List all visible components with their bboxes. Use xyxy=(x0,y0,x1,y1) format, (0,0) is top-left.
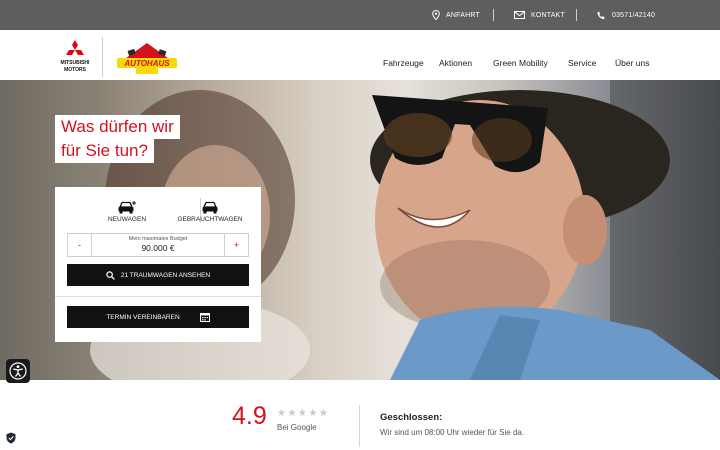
tab-gebrauchtwagen-label: GEBRAUCHTWAGEN xyxy=(177,216,243,223)
nav-fahrzeuge[interactable]: Fahrzeuge xyxy=(383,58,424,68)
autohaus-logo[interactable]: AUTOHAUS xyxy=(114,41,180,75)
topbar-divider xyxy=(493,9,494,21)
rating-stars: ★★★★★ xyxy=(277,408,330,419)
mitsubishi-diamonds-icon xyxy=(66,40,84,55)
vehicle-search-card: NEUWAGEN GEBRAUCHTWAGEN - Mein maximales… xyxy=(55,187,261,342)
opening-status-title: Geschlossen: xyxy=(380,412,443,423)
kontakt-link[interactable]: KONTAKT xyxy=(514,0,565,30)
brand-line-2: MOTORS xyxy=(64,66,86,73)
budget-decrease-button[interactable]: - xyxy=(68,234,92,256)
phone-icon xyxy=(597,11,605,19)
nav-aktionen[interactable]: Aktionen xyxy=(439,58,472,68)
book-appointment-button[interactable]: TERMIN VEREINBAREN xyxy=(67,306,249,328)
opening-status-text: Wir sind um 08:00 Uhr wieder für Sie da. xyxy=(380,428,525,437)
map-pin-icon xyxy=(432,10,440,20)
budget-label: Mein maximales Budget xyxy=(128,236,188,242)
budget-value[interactable]: 90.000 € xyxy=(92,243,224,253)
accessibility-button[interactable] xyxy=(6,359,30,383)
view-cars-button[interactable]: 21 TRAUMWAGEN ANSEHEN xyxy=(67,264,249,286)
footer-divider xyxy=(359,405,360,447)
brand-line-1: MITSUBISHI xyxy=(60,60,90,66)
phone-number: 03571/42140 xyxy=(612,11,656,19)
dealer-logo-graphic xyxy=(117,43,177,74)
top-utility-bar: ANFAHRT KONTAKT 03571/42140 xyxy=(0,0,720,30)
tab-neuwagen-label: NEUWAGEN xyxy=(107,216,147,223)
hero-headline-line-1: Was dürfen wir xyxy=(55,115,180,139)
car-new-icon xyxy=(118,201,136,214)
accessibility-icon xyxy=(9,362,27,380)
nav-green-mobility[interactable]: Green Mobility xyxy=(493,58,548,68)
kontakt-label: KONTAKT xyxy=(531,11,565,19)
budget-increase-button[interactable]: + xyxy=(224,234,248,256)
topbar-divider xyxy=(576,9,577,21)
dealer-logo-text: AUTOHAUS xyxy=(124,59,170,68)
search-icon xyxy=(106,270,115,280)
book-appointment-label: TERMIN VEREINBAREN xyxy=(106,313,180,321)
mail-icon xyxy=(514,11,525,19)
phone-link[interactable]: 03571/42140 xyxy=(597,0,655,30)
google-rating-score: 4.9 xyxy=(232,402,267,430)
shield-icon[interactable] xyxy=(5,432,17,444)
car-icon xyxy=(202,201,218,214)
anfahrt-link[interactable]: ANFAHRT xyxy=(432,0,480,30)
hero-headline-line-2: für Sie tun? xyxy=(55,139,154,163)
logo-divider xyxy=(102,37,103,77)
calendar-icon xyxy=(199,313,210,322)
tab-gebrauchtwagen[interactable]: GEBRAUCHTWAGEN xyxy=(159,187,261,229)
rating-source: Bei Google xyxy=(277,423,317,432)
main-header xyxy=(0,30,720,80)
budget-stepper: - Mein maximales Budget 90.000 € + xyxy=(67,233,249,257)
nav-ueber-uns[interactable]: Über uns xyxy=(615,58,650,68)
nav-service[interactable]: Service xyxy=(568,58,596,68)
anfahrt-label: ANFAHRT xyxy=(446,11,480,19)
mitsubishi-logo[interactable]: MITSUBISHI MOTORS xyxy=(58,40,92,76)
card-divider xyxy=(55,296,261,297)
view-cars-label: 21 TRAUMWAGEN ANSEHEN xyxy=(120,271,211,279)
